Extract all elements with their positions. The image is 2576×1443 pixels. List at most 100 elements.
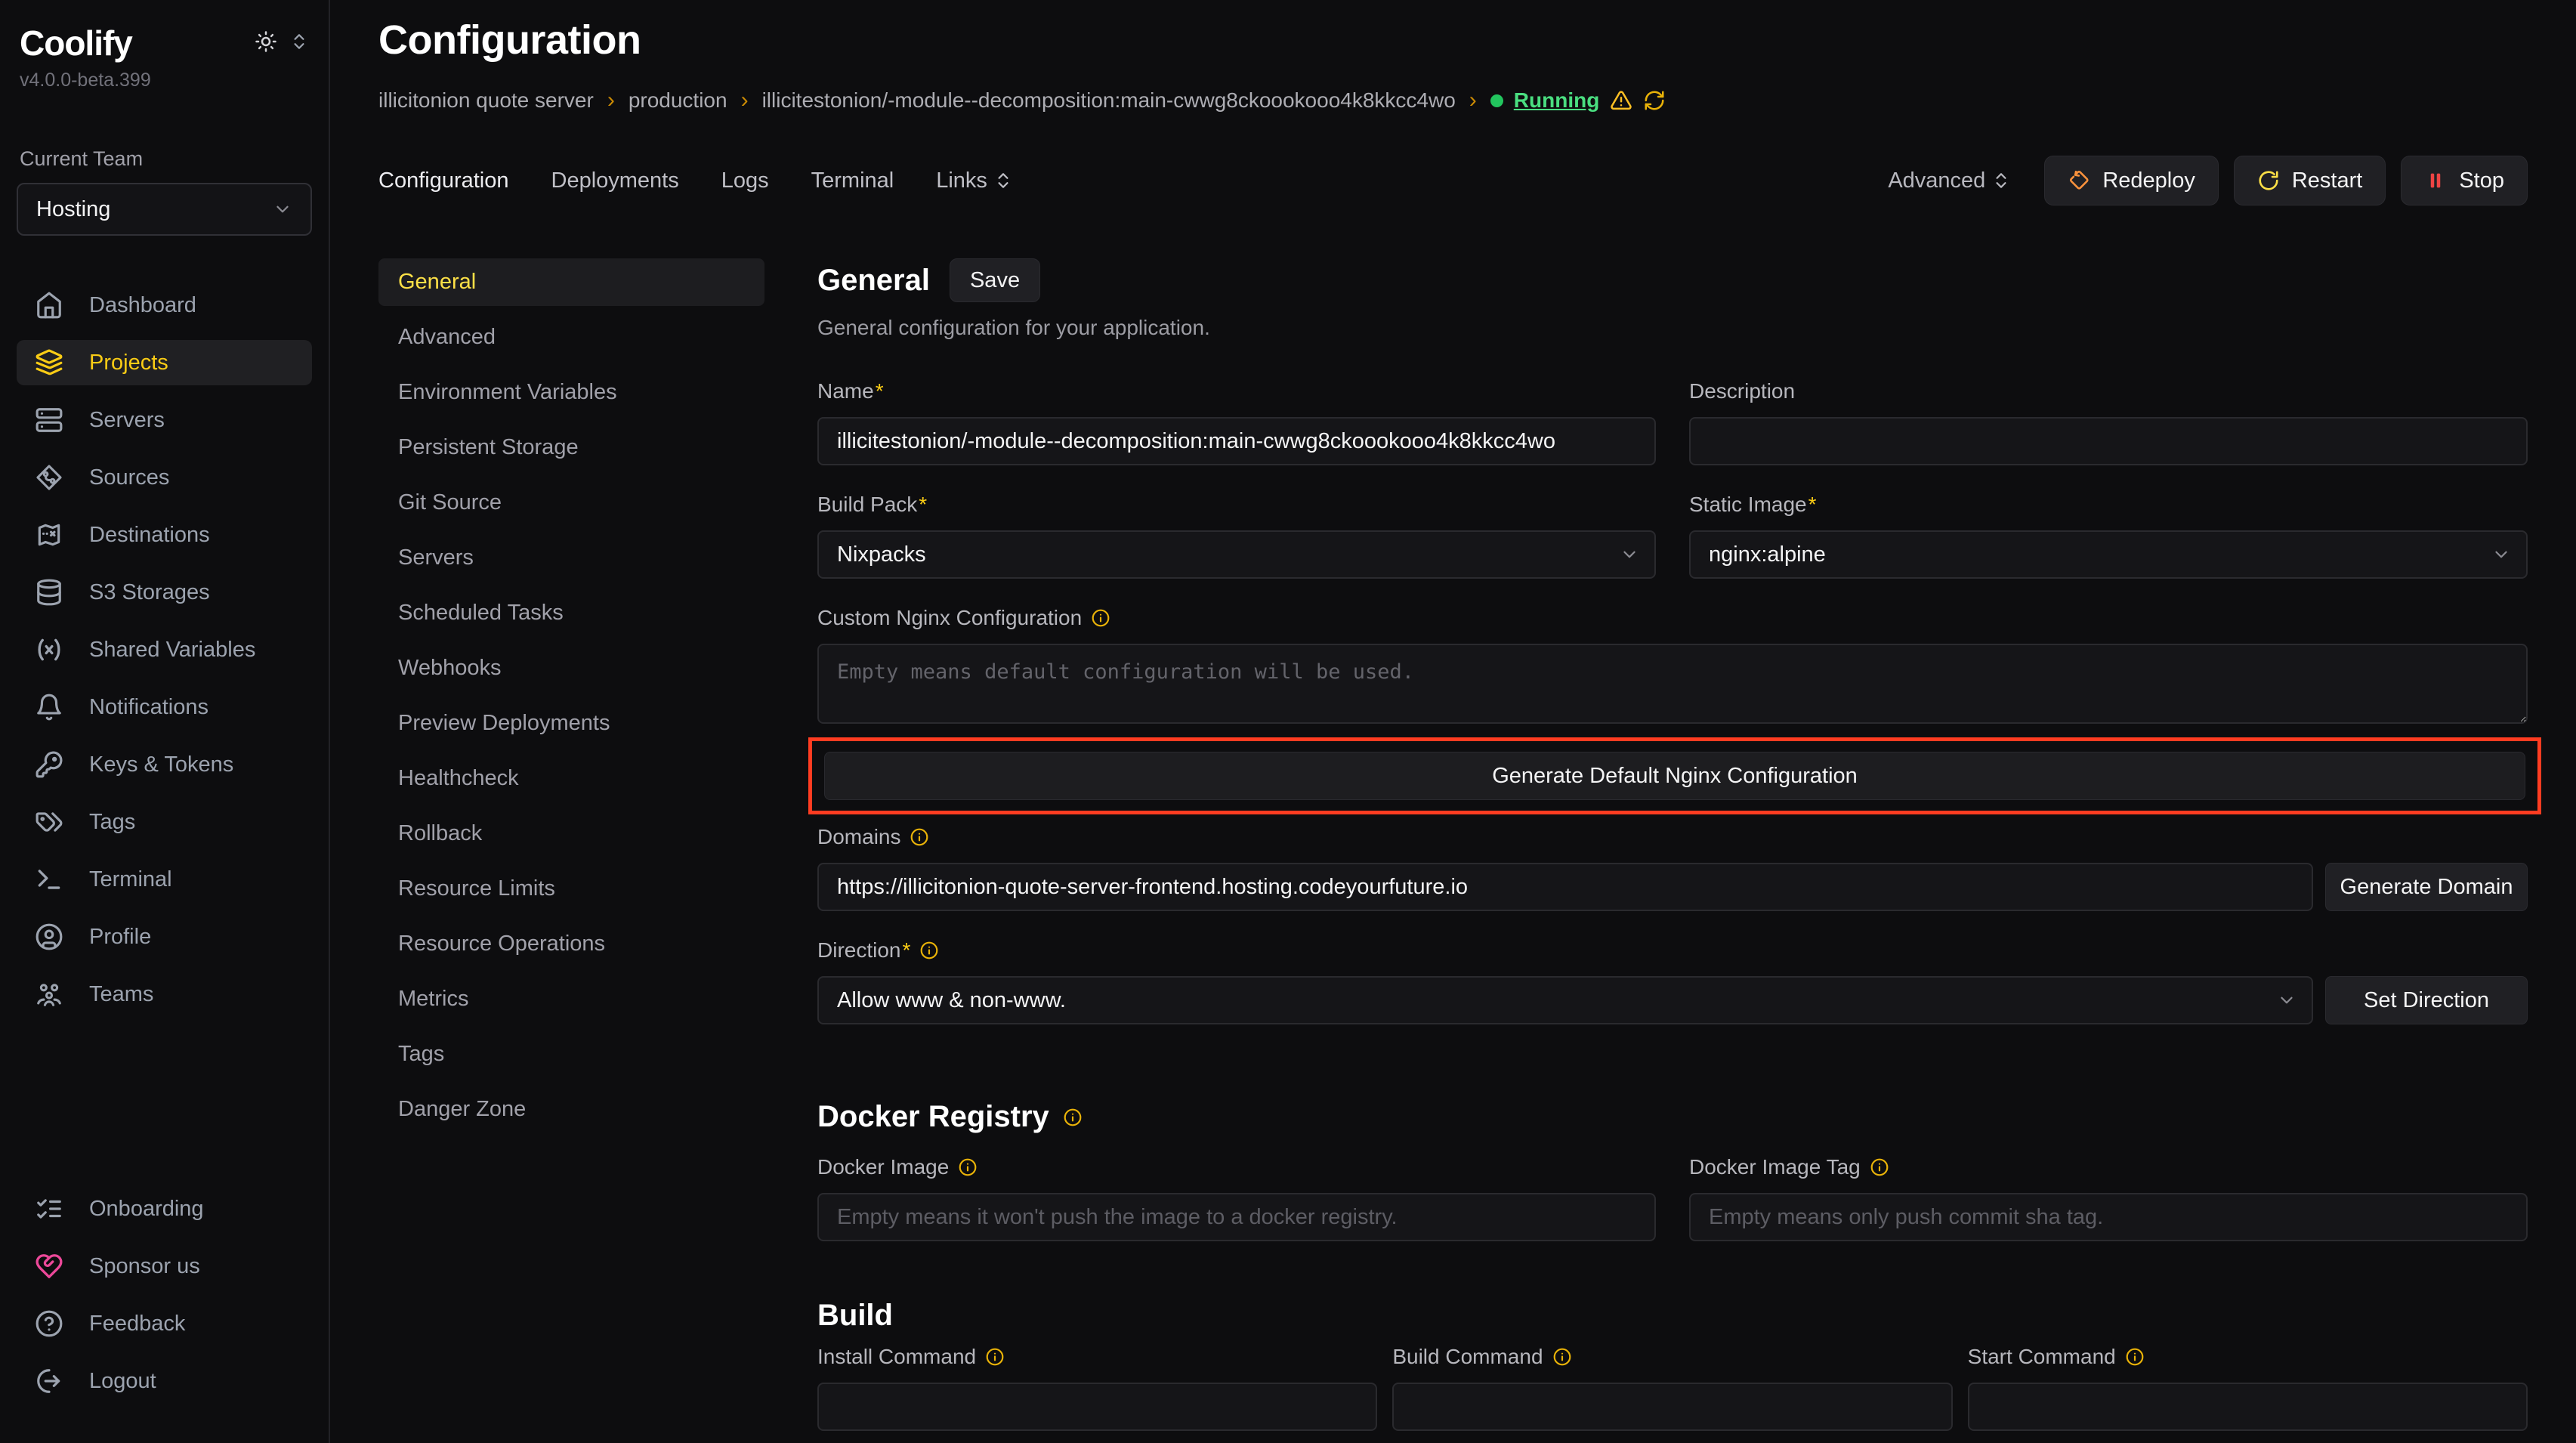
redeploy-button[interactable]: Redeploy (2044, 156, 2219, 205)
name-input[interactable] (817, 417, 1656, 465)
set-direction-button[interactable]: Set Direction (2325, 976, 2528, 1024)
sidebar-item-sources[interactable]: Sources (17, 455, 312, 500)
breadcrumb-project[interactable]: illicitonion quote server (378, 88, 594, 113)
stop-button[interactable]: Stop (2401, 156, 2528, 205)
subnav-environment-variables[interactable]: Environment Variables (378, 369, 764, 416)
save-button[interactable]: Save (950, 258, 1040, 302)
nginx-config-textarea[interactable] (817, 644, 2528, 724)
sidebar-item-dashboard[interactable]: Dashboard (17, 283, 312, 328)
breadcrumb-application[interactable]: illicitestonion/-module--decomposition:m… (762, 88, 1456, 113)
description-input[interactable] (1689, 417, 2528, 465)
info-icon[interactable] (919, 941, 939, 960)
direction-select[interactable]: Allow www & non-www. (817, 976, 2313, 1024)
description-label: Description (1689, 379, 1795, 403)
breadcrumb-separator-icon (741, 88, 749, 113)
info-icon[interactable] (1091, 608, 1110, 628)
info-icon[interactable] (910, 827, 929, 847)
subnav-persistent-storage[interactable]: Persistent Storage (378, 424, 764, 471)
tab-bar: Configuration Deployments Logs Terminal … (378, 156, 2528, 205)
sidebar-item-destinations[interactable]: Destinations (17, 512, 312, 558)
tab-terminal[interactable]: Terminal (811, 168, 894, 193)
subnav-preview-deployments[interactable]: Preview Deployments (378, 700, 764, 747)
sidebar-nav: Dashboard Projects Servers Sources Desti… (17, 283, 312, 1029)
info-icon[interactable] (958, 1157, 978, 1177)
sidebar-item-shared-variables[interactable]: Shared Variables (17, 627, 312, 672)
redeploy-icon (2068, 169, 2090, 192)
breadcrumb-separator-icon (607, 88, 615, 113)
subnav-scheduled-tasks[interactable]: Scheduled Tasks (378, 589, 764, 637)
build-command-input[interactable] (1392, 1383, 1952, 1431)
subnav-tags[interactable]: Tags (378, 1030, 764, 1078)
sidebar-item-tags[interactable]: Tags (17, 799, 312, 845)
tab-deployments[interactable]: Deployments (551, 168, 679, 193)
team-select[interactable]: Hosting (17, 183, 312, 236)
info-icon[interactable] (985, 1347, 1005, 1367)
map-icon (35, 521, 63, 549)
theme-sun-icon[interactable] (255, 30, 277, 53)
home-icon (35, 291, 63, 320)
breadcrumb-separator-icon (1469, 88, 1477, 113)
domains-input[interactable] (817, 863, 2313, 911)
start-command-input[interactable] (1968, 1383, 2528, 1431)
subnav-healthcheck[interactable]: Healthcheck (378, 755, 764, 802)
sidebar-item-profile[interactable]: Profile (17, 914, 312, 959)
docker-image-tag-input[interactable] (1689, 1193, 2528, 1241)
static-image-label: Static Image (1689, 493, 1817, 517)
subnav-git-source[interactable]: Git Source (378, 479, 764, 527)
subnav-resource-operations[interactable]: Resource Operations (378, 920, 764, 968)
sidebar-item-terminal[interactable]: Terminal (17, 857, 312, 902)
docker-image-input[interactable] (817, 1193, 1656, 1241)
sidebar-item-projects[interactable]: Projects (17, 340, 312, 385)
info-icon[interactable] (1063, 1108, 1083, 1127)
subnav-general[interactable]: General (378, 258, 764, 306)
sidebar-item-sponsor-us[interactable]: Sponsor us (17, 1244, 312, 1289)
logout-icon (35, 1367, 63, 1395)
sidebar-item-logout[interactable]: Logout (17, 1358, 312, 1404)
chevron-up-down-icon[interactable] (289, 32, 309, 51)
subnav-advanced[interactable]: Advanced (378, 314, 764, 361)
subnav-rollback[interactable]: Rollback (378, 810, 764, 857)
subnav-webhooks[interactable]: Webhooks (378, 644, 764, 692)
sidebar-item-feedback[interactable]: Feedback (17, 1301, 312, 1346)
generate-domain-button[interactable]: Generate Domain (2325, 863, 2528, 911)
info-icon[interactable] (1870, 1157, 1889, 1177)
git-icon (35, 463, 63, 492)
subnav-servers[interactable]: Servers (378, 534, 764, 582)
status-running-link[interactable]: Running (1514, 88, 1600, 113)
tab-links[interactable]: Links (936, 168, 1013, 193)
breadcrumb: illicitonion quote server production ill… (378, 88, 2528, 113)
warning-triangle-icon[interactable] (1610, 89, 1632, 112)
generate-nginx-config-button[interactable]: Generate Default Nginx Configuration (824, 752, 2525, 800)
sidebar-item-servers[interactable]: Servers (17, 397, 312, 443)
restart-button[interactable]: Restart (2234, 156, 2386, 205)
database-icon (35, 578, 63, 607)
breadcrumb-environment[interactable]: production (629, 88, 727, 113)
server-icon (35, 406, 63, 434)
refresh-icon[interactable] (1643, 89, 1666, 112)
sidebar-item-keys-tokens[interactable]: Keys & Tokens (17, 742, 312, 787)
bell-icon (35, 693, 63, 722)
sidebar-item-onboarding[interactable]: Onboarding (17, 1186, 312, 1231)
info-icon[interactable] (2125, 1347, 2145, 1367)
build-pack-label: Build Pack (817, 493, 927, 517)
heart-hands-icon (35, 1252, 63, 1281)
section-title-build: Build (817, 1299, 2528, 1333)
subnav-metrics[interactable]: Metrics (378, 975, 764, 1023)
subnav-danger-zone[interactable]: Danger Zone (378, 1086, 764, 1133)
tab-configuration[interactable]: Configuration (378, 168, 509, 193)
tab-logs[interactable]: Logs (721, 168, 769, 193)
install-command-input[interactable] (817, 1383, 1377, 1431)
sidebar-item-teams[interactable]: Teams (17, 972, 312, 1017)
chevron-up-down-icon (1991, 171, 2011, 190)
sidebar-item-s3-storages[interactable]: S3 Storages (17, 570, 312, 615)
subnav-resource-limits[interactable]: Resource Limits (378, 865, 764, 913)
build-pack-select[interactable]: Nixpacks (817, 530, 1656, 579)
app-version: v4.0.0-beta.399 (20, 70, 309, 91)
team-select-value: Hosting (36, 197, 110, 222)
sidebar-item-notifications[interactable]: Notifications (17, 684, 312, 730)
static-image-select[interactable]: nginx:alpine (1689, 530, 2528, 579)
info-icon[interactable] (1552, 1347, 1572, 1367)
build-command-label: Build Command (1392, 1345, 1543, 1369)
advanced-menu[interactable]: Advanced (1888, 168, 2011, 193)
tags-icon (35, 808, 63, 836)
